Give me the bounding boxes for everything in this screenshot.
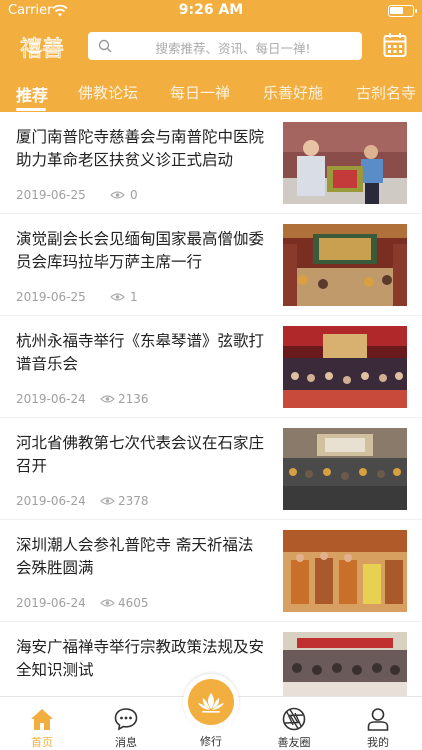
tab-charity[interactable]: 乐善好施 [263, 82, 323, 103]
article-date: 2019-06-25 [16, 290, 86, 304]
tab-famous-temples[interactable]: 古刹名寺 [356, 82, 416, 103]
tabbar-mine-label: 我的 [367, 736, 389, 749]
user-icon [367, 708, 389, 731]
article-views: 2136 [118, 392, 149, 406]
article-thumbnail [283, 326, 407, 408]
article-date: 2019-06-25 [16, 188, 86, 202]
article-title: 河北省佛教第七次代表会议在石家庄召开 [16, 434, 265, 475]
status-bar: Carrier 9:26 AM [0, 0, 422, 22]
article-date: 2019-06-24 [16, 596, 86, 610]
list-item[interactable]: 深圳潮人会参礼普陀寺 斋天祈福法会殊胜圆满 2019-06-24 4605 [0, 520, 422, 622]
list-item[interactable]: 河北省佛教第七次代表会议在石家庄召开 2019-06-24 2378 [0, 418, 422, 520]
tabbar-messages-label: 消息 [115, 736, 137, 749]
eye-icon [110, 191, 125, 199]
search-placeholder: 搜索推荐、资讯、每日一禅! [155, 41, 311, 56]
tabbar-friends-label: 善友圈 [277, 736, 311, 749]
tabbar-friends[interactable]: 善友圈 [264, 697, 324, 750]
app-logo: 禧善 [20, 37, 65, 63]
tab-recommend[interactable]: 推荐 [16, 82, 48, 106]
list-item[interactable]: 演觉副会长会见缅甸国家最高僧伽委员会库玛拉毕万萨主席一行 2019-06-25 … [0, 214, 422, 316]
article-thumbnail [283, 224, 407, 306]
article-views: 2378 [118, 494, 149, 508]
home-icon [31, 709, 53, 730]
category-tabs: 推荐 佛教论坛 每日一禅 乐善好施 古刹名寺 [0, 76, 422, 112]
lotus-icon [198, 693, 224, 713]
article-date: 2019-06-24 [16, 392, 86, 406]
article-title: 厦门南普陀寺慈善会与南普陀中医院助力革命老区扶贫义诊正式启动 [16, 128, 265, 169]
list-item[interactable]: 厦门南普陀寺慈善会与南普陀中医院助力革命老区扶贫义诊正式启动 2019-06-2… [0, 112, 422, 214]
eye-icon [100, 599, 115, 607]
tabbar-messages[interactable]: 消息 [96, 697, 156, 750]
tab-daily-zen[interactable]: 每日一禅 [170, 82, 230, 103]
logo-text: 禧善 [20, 37, 64, 62]
practice-button[interactable] [183, 674, 239, 730]
article-thumbnail [283, 122, 407, 204]
article-title: 杭州永福寺举行《东皋琴谱》弦歌打谱音乐会 [16, 332, 265, 373]
article-title: 深圳潮人会参礼普陀寺 斋天祈福法会殊胜圆满 [16, 536, 254, 577]
aperture-icon [282, 707, 306, 731]
active-tab-indicator [16, 108, 46, 111]
article-title: 海安广福禅寺举行宗教政策法规及安全知识测试 [16, 638, 265, 679]
article-views: 1 [130, 290, 138, 304]
article-title: 演觉副会长会见缅甸国家最高僧伽委员会库玛拉毕万萨主席一行 [16, 230, 265, 271]
eye-icon [100, 395, 115, 403]
practice-label: 修行 [200, 735, 222, 748]
list-item[interactable]: 杭州永福寺举行《东皋琴谱》弦歌打谱音乐会 2019-06-24 2136 [0, 316, 422, 418]
article-views: 0 [130, 188, 138, 202]
search-input[interactable]: 搜索推荐、资讯、每日一禅! [88, 32, 362, 60]
article-views: 4605 [118, 596, 149, 610]
battery-icon [388, 5, 417, 17]
tabbar-home[interactable]: 首页 [12, 697, 72, 750]
status-time: 9:26 AM [178, 2, 244, 18]
tabbar-home-label: 首页 [31, 736, 53, 749]
chat-bubble-icon [114, 708, 138, 731]
eye-icon [110, 293, 125, 301]
tabbar-mine[interactable]: 我的 [348, 697, 408, 750]
app-header: Carrier 9:26 AM 禧善 搜索推荐、资讯、每日一禅! 推荐 佛教论坛… [0, 0, 422, 112]
tab-buddhist-forum[interactable]: 佛教论坛 [78, 82, 138, 103]
calendar-icon[interactable] [383, 32, 407, 58]
article-thumbnail [283, 428, 407, 510]
practice-button-core [188, 679, 234, 725]
article-date: 2019-06-24 [16, 494, 86, 508]
article-thumbnail [283, 530, 407, 612]
eye-icon [100, 497, 115, 505]
